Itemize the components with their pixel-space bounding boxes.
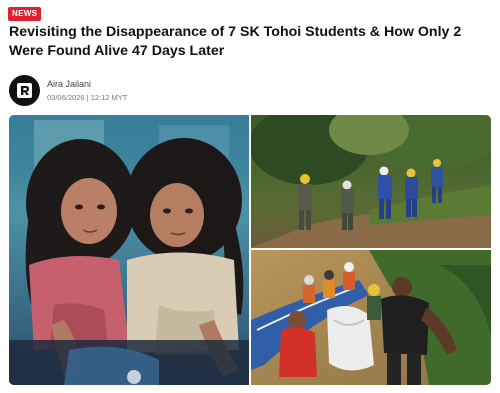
author-meta: Aira Jailani 03/06/2026 | 12:12 MYT: [47, 78, 127, 103]
post-time: 12:12 MYT: [90, 92, 128, 102]
article-page: NEWS Revisiting the Disappearance of 7 S…: [0, 0, 500, 393]
author-name[interactable]: Aira Jailani: [47, 78, 127, 90]
article-title: Revisiting the Disappearance of 7 SK Toh…: [9, 24, 462, 59]
article-feature-image[interactable]: [9, 115, 491, 385]
photo-two-girls: [9, 115, 249, 385]
publisher-logo-icon: [17, 82, 32, 98]
post-datetime: 03/06/2026 | 12:12 MYT: [47, 92, 127, 103]
post-date: 03/06/2026: [47, 92, 85, 102]
author-avatar[interactable]: [9, 74, 40, 106]
date-separator: |: [86, 92, 89, 102]
photo-rescuers-at-riverbank: [251, 250, 491, 385]
feature-photo-collage: [9, 115, 491, 385]
photo-rescue-team-hillside: [249, 115, 491, 248]
news-badge[interactable]: NEWS: [8, 7, 42, 21]
byline: Aira Jailani 03/06/2026 | 12:12 MYT: [9, 74, 127, 106]
